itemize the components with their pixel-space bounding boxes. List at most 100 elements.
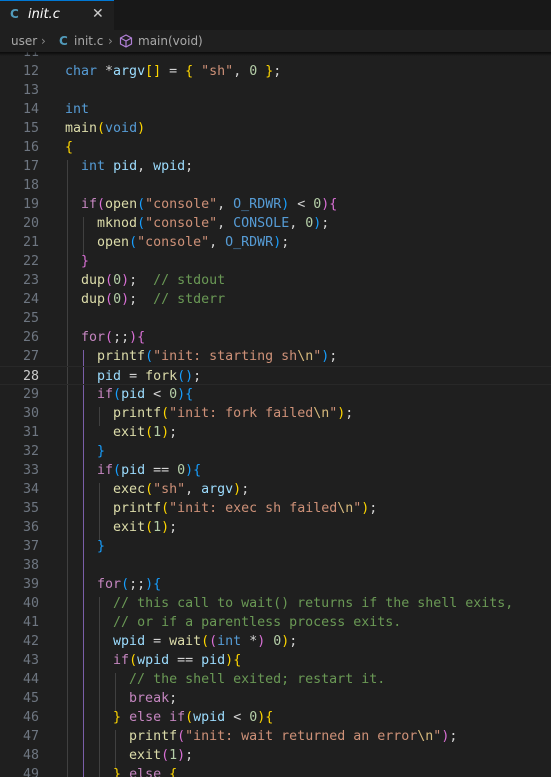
code-line[interactable]: 12 char *argv[] = { "sh", 0 }; (0, 62, 551, 81)
code-token: ( (105, 273, 114, 288)
code-line[interactable]: 14 int (0, 100, 551, 119)
code-line[interactable]: 31 exit(1); (0, 423, 551, 442)
code-token: ; (185, 159, 194, 174)
code-editor[interactable]: 1 1 12 char *argv[] = { "sh", 0 }; 13 14 int 15… (0, 52, 551, 777)
code-line[interactable]: 38 (0, 556, 551, 575)
code-line[interactable]: 18 (0, 176, 551, 195)
code-line[interactable]: 19 if(open("console", O_RDWR) < 0){ (0, 195, 551, 214)
code-text: printf("init: wait returned an error\n")… (65, 727, 457, 746)
code-line[interactable]: 46 } else if(wpid < 0){ (0, 708, 551, 727)
breadcrumb-symbol[interactable]: main(void) (138, 34, 203, 48)
code-token: pid (97, 369, 122, 384)
code-line[interactable]: 48 exit(1); (0, 746, 551, 765)
chevron-right-icon: › (108, 34, 113, 48)
code-token: , (185, 482, 202, 497)
breadcrumb-folder[interactable]: user (11, 34, 37, 48)
code-line[interactable]: 17 int pid, wpid; (0, 157, 551, 176)
code-token: ( (145, 425, 154, 440)
code-line[interactable]: 29 if(pid < 0){ (0, 385, 551, 404)
code-line[interactable]: 20 mknod("console", CONSOLE, 0); (0, 214, 551, 233)
code-token: 1 (153, 425, 162, 440)
code-line[interactable]: 40 // this call to wait() returns if the… (0, 594, 551, 613)
tab-init-c[interactable]: C init.c ✕ (0, 0, 114, 30)
code-token: { (65, 140, 74, 155)
close-icon[interactable]: ✕ (92, 6, 104, 22)
line-number: 41 (22, 615, 39, 630)
code-line[interactable]: 30 printf("init: fork failed\n"); (0, 404, 551, 423)
code-text: } (65, 537, 105, 556)
code-line[interactable]: 45 break; (0, 689, 551, 708)
code-line[interactable]: 47 printf("init: wait returned an error\… (0, 727, 551, 746)
code-token: "sh" (201, 64, 234, 79)
line-number: 49 (22, 767, 39, 777)
code-line[interactable]: 39 for(;;){ (0, 575, 551, 594)
line-number: 20 (22, 216, 39, 231)
code-token: 1 (153, 520, 162, 535)
code-line[interactable]: 32 } (0, 442, 551, 461)
code-text: int pid, wpid; (65, 157, 193, 176)
code-token: ( (113, 387, 122, 402)
code-line[interactable]: 49 } else { (0, 765, 551, 777)
code-token: ; (129, 292, 154, 307)
code-text: exit(1); (65, 518, 177, 537)
code-line[interactable]: 34 exec("sh", argv); (0, 480, 551, 499)
code-token: ( (177, 729, 186, 744)
code-token: ( (145, 482, 154, 497)
code-token: ; (289, 634, 298, 649)
code-line[interactable]: 25 (0, 309, 551, 328)
code-line[interactable]: 37 } (0, 537, 551, 556)
line-number: 28 (22, 369, 39, 384)
code-text: // or if a parentless process exits. (65, 613, 401, 632)
code-line[interactable]: 22 } (0, 252, 551, 271)
code-token: { (265, 710, 274, 725)
code-token: ( (185, 710, 194, 725)
code-line[interactable]: 33 if(pid == 0){ (0, 461, 551, 480)
line-number: 35 (22, 501, 39, 516)
line-number: 38 (22, 558, 39, 573)
code-line[interactable]: 26 for(;;){ (0, 328, 551, 347)
code-line[interactable]: 42 wpid = wait((int *) 0); (0, 632, 551, 651)
code-line[interactable]: 44 // the shell exited; restart it. (0, 670, 551, 689)
code-token: if (97, 387, 114, 402)
code-token: ; (273, 64, 282, 79)
code-line[interactable]: 35 printf("init: exec sh failed\n"); (0, 499, 551, 518)
code-token: printf (113, 501, 162, 516)
code-token: ) (145, 577, 154, 592)
code-line[interactable]: 43 if(wpid == pid){ (0, 651, 551, 670)
breadcrumb-file[interactable]: init.c (74, 34, 103, 48)
code-line[interactable]: 24 dup(0); // stderr (0, 290, 551, 309)
code-line[interactable]: 15 main(void) (0, 119, 551, 138)
line-number: 33 (22, 463, 39, 478)
code-token: 0 (177, 463, 186, 478)
line-number: 43 (22, 653, 39, 668)
line-number: 30 (22, 406, 39, 421)
code-line[interactable]: 23 dup(0); // stdout (0, 271, 551, 290)
code-token: open (105, 197, 138, 212)
line-number: 14 (22, 102, 39, 117)
code-token: if (81, 197, 98, 212)
code-line[interactable]: 13 (0, 81, 551, 100)
code-token: for (97, 577, 122, 592)
tab-bar: C init.c ✕ (0, 0, 551, 30)
code-token: int (65, 102, 90, 117)
code-line[interactable]: 36 exit(1); (0, 518, 551, 537)
line-number: 46 (22, 710, 39, 725)
code-line[interactable]: 27 printf("init: starting sh\n"); (0, 347, 551, 366)
code-token: { (169, 767, 178, 777)
line-number: 45 (22, 691, 39, 706)
code-line[interactable]: 21 open("console", O_RDWR); (0, 233, 551, 252)
code-line[interactable]: 16 { (0, 138, 551, 157)
code-line[interactable]: 28 pid = fork(); (0, 366, 551, 385)
code-token: exit (113, 520, 146, 535)
code-token: ( (97, 197, 106, 212)
code-text: if(pid < 0){ (65, 385, 193, 404)
code-token: exit (113, 425, 146, 440)
code-line[interactable]: 41 // or if a parentless process exits. (0, 613, 551, 632)
code-token: ; (345, 406, 354, 421)
